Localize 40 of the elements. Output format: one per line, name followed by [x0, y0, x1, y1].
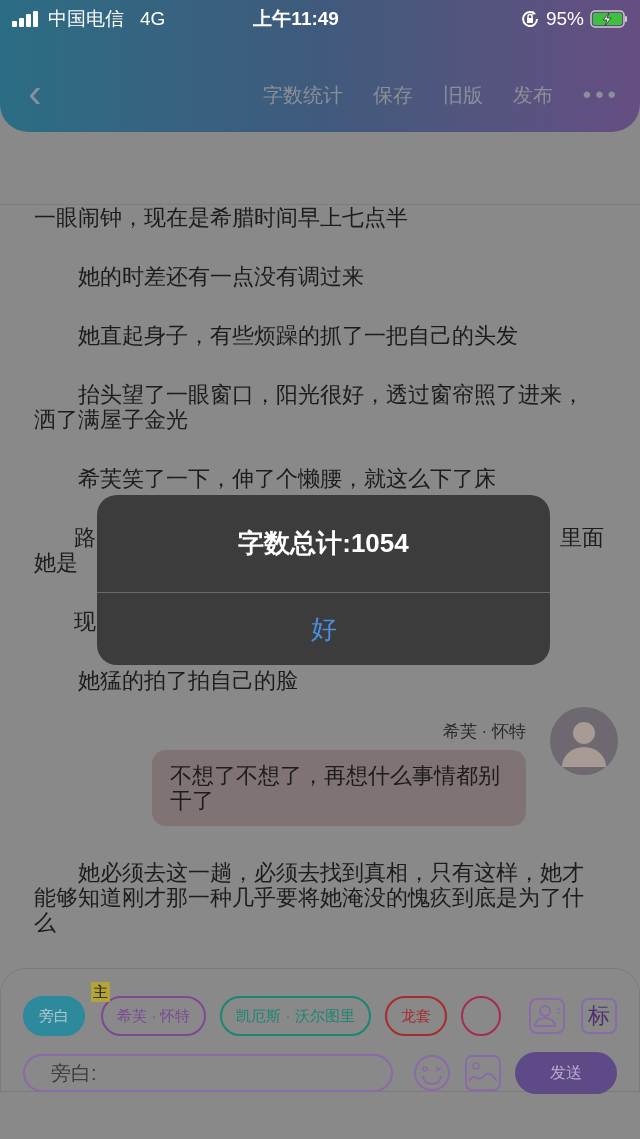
clock-time: 上午11:49	[253, 6, 339, 31]
battery-percent: 95%	[545, 6, 584, 31]
role-chip[interactable]: 龙套	[384, 996, 447, 1036]
speaker-name: 希芙 · 怀特	[442, 721, 526, 743]
ok-button[interactable]: 好	[97, 593, 550, 665]
paragraph: 希芙笑了一下，伸了个懒腰，就这么下了床	[77, 466, 497, 491]
image-icon[interactable]	[465, 1055, 501, 1091]
paragraph-fragment: 路	[74, 525, 96, 550]
main-role-badge: 主	[91, 982, 110, 1002]
tag-button[interactable]: 标	[581, 998, 617, 1034]
toolbar-action[interactable]: 字数统计	[262, 80, 343, 110]
avatar-icon	[550, 707, 618, 775]
toolbar-action[interactable]: 发布	[512, 80, 553, 110]
role-chip[interactable]: 旁白	[23, 996, 85, 1036]
toolbar-action[interactable]: 旧版	[442, 80, 483, 110]
paragraph: 抬头望了一眼窗口，阳光很好，透过窗帘照了进来，洒了满屋子金光	[34, 382, 585, 432]
message-input[interactable]: 旁白:	[23, 1054, 393, 1092]
send-button[interactable]: 发送	[515, 1052, 617, 1094]
paragraph: 她的时差还有一点没有调过来	[77, 264, 365, 289]
more-button[interactable]: •••	[582, 77, 620, 113]
paragraph-fragment: 里面	[560, 525, 604, 550]
battery-charging-icon	[590, 10, 628, 28]
paragraph-fragment: 现	[74, 609, 96, 634]
emoji-icon[interactable]	[413, 1054, 451, 1092]
toolbar-action[interactable]: 保存	[372, 80, 413, 110]
role-chip[interactable]: 凯厄斯 · 沃尔图里	[220, 996, 371, 1036]
alert-title: 字数总计:1054	[97, 495, 550, 593]
character-card-icon[interactable]	[529, 998, 565, 1034]
signal-icon	[12, 11, 40, 27]
paragraph: 她猛的拍了拍自己的脸	[77, 668, 299, 693]
paragraph-fragment: 她是	[34, 550, 78, 575]
paragraph: 她直起身子，有些烦躁的抓了一把自己的头发	[77, 323, 519, 348]
paragraph: 一眼闹钟，现在是希腊时间早上七点半	[34, 205, 409, 230]
carrier-name: 中国电信	[48, 6, 124, 31]
rotation-lock-icon	[519, 9, 540, 29]
message-bubble: 不想了不想了，再想什么事情都别干了	[152, 750, 526, 826]
network-type: 4G	[140, 6, 166, 31]
back-button[interactable]: ‹	[20, 73, 50, 113]
paragraph: 她必须去这一趟，必须去找到真相，只有这样，她才能够知道刚才那一种几乎要将她淹没的愧疚到底是为了什么	[34, 860, 585, 935]
role-chip[interactable]	[460, 996, 501, 1036]
